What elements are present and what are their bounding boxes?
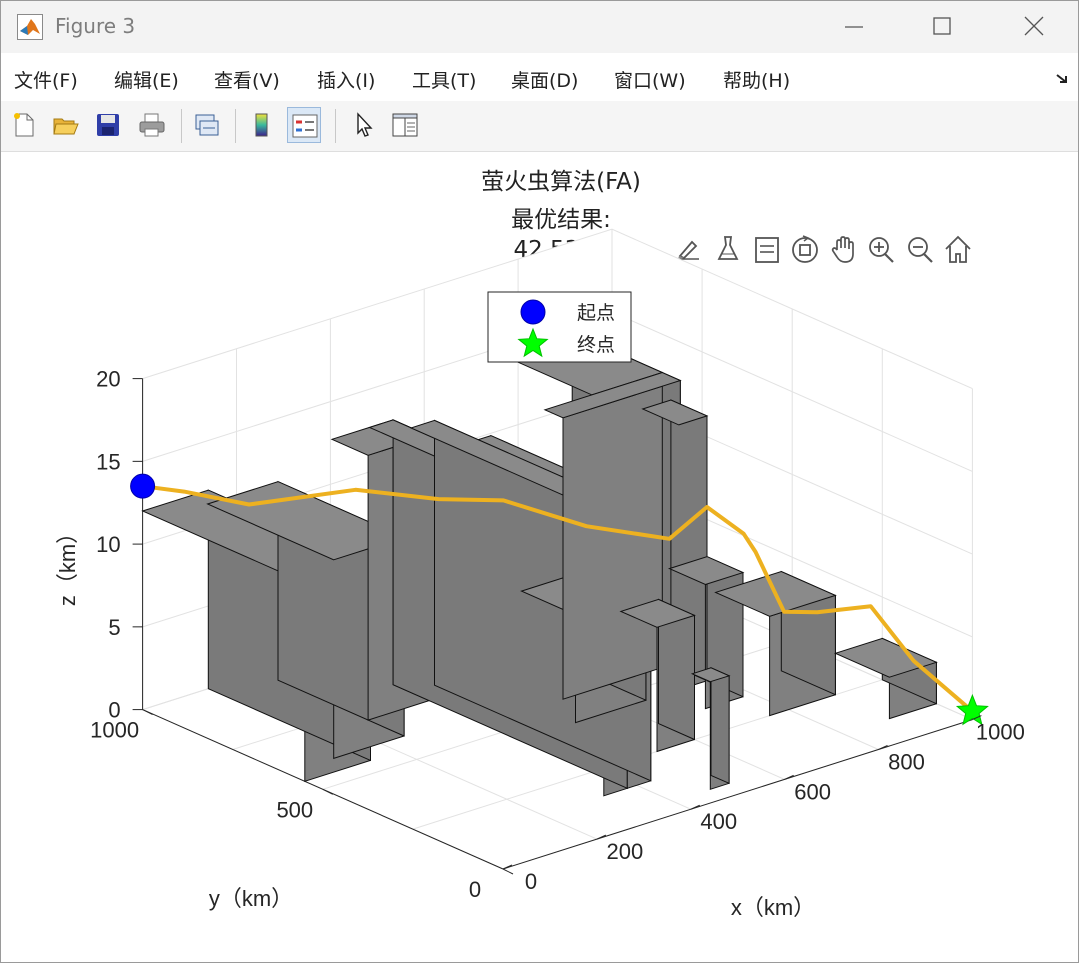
y-tick-label: 0 <box>469 877 481 902</box>
x-tick-label: 400 <box>700 809 737 834</box>
z-tick-label: 5 <box>108 615 120 640</box>
x-tick-label: 600 <box>794 779 831 804</box>
z-tick-label: 20 <box>96 367 120 392</box>
x-tick-label: 1000 <box>976 720 1025 745</box>
legend-label-end: 终点 <box>577 334 615 356</box>
y-tick <box>502 868 514 875</box>
legend-label-start: 起点 <box>577 302 615 324</box>
x-axis-label: x（km） <box>731 895 815 920</box>
z-tick-label: 10 <box>96 532 120 557</box>
y-tick <box>322 788 334 795</box>
z-tick-label: 0 <box>108 698 120 723</box>
y-axis-label: y（km） <box>209 886 293 911</box>
x-tick-label: 200 <box>607 839 644 864</box>
x-tick-label: 800 <box>888 749 925 774</box>
plot-3d[interactable]: 020040060080010000500100005101520x（km）y（… <box>1 1 1078 962</box>
figure-window: Figure 3 文件(F) 编辑(E) 查看(V) 插入(I) 工具(T) 桌… <box>0 0 1079 963</box>
building-face-side <box>710 667 730 785</box>
start-point-marker <box>130 473 156 499</box>
legend-start-marker <box>520 299 546 325</box>
y-tick-label: 500 <box>276 797 313 822</box>
x-tick-label: 0 <box>525 869 537 894</box>
y-tick <box>142 709 153 716</box>
z-axis-label: z（km） <box>55 522 80 606</box>
z-tick-label: 15 <box>96 449 120 474</box>
